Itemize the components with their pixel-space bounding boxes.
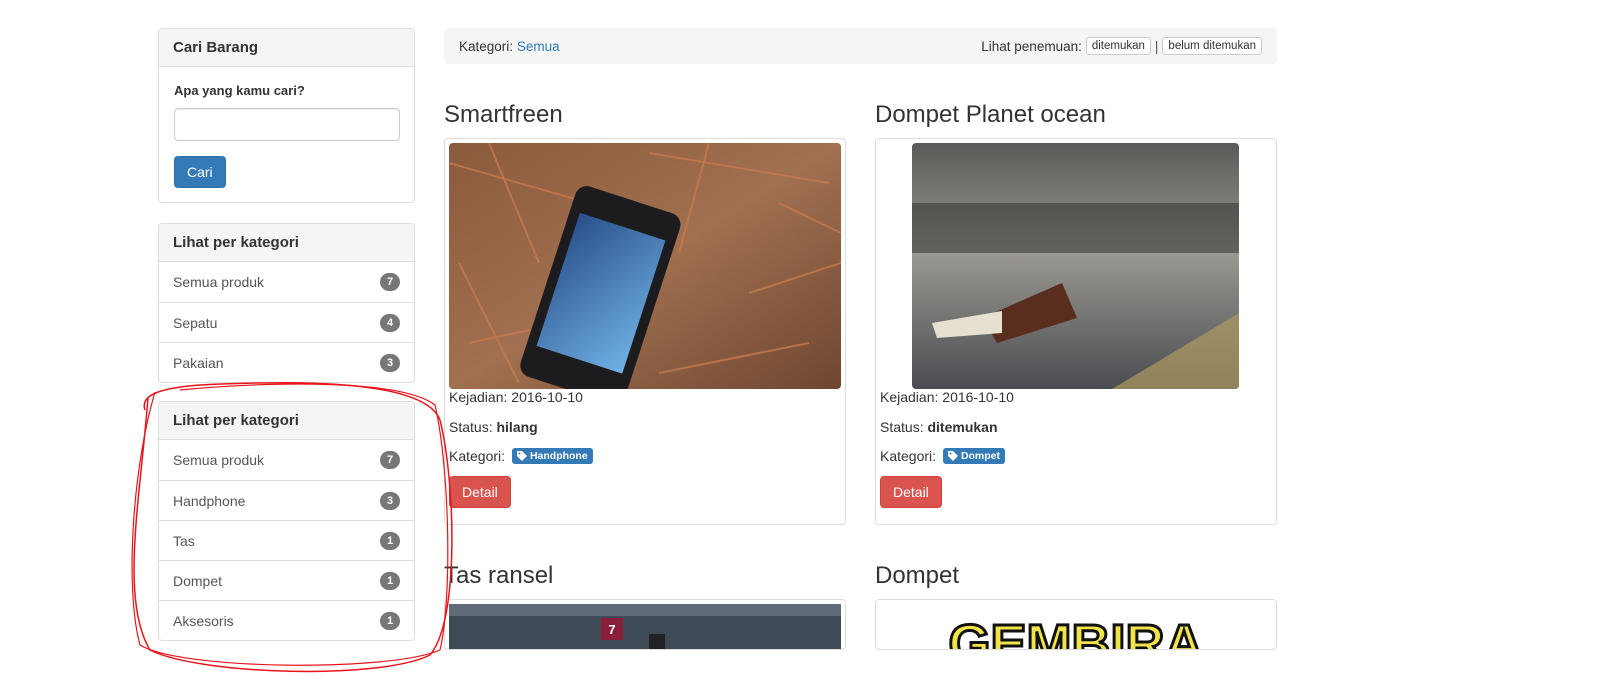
count-badge: 3 xyxy=(380,491,400,510)
product-category: Kategori: Dompet xyxy=(880,448,1006,464)
product-image-phone xyxy=(449,143,841,389)
status-value: hilang xyxy=(496,419,538,435)
not-found-button[interactable]: belum ditemukan xyxy=(1162,37,1262,55)
tag-icon xyxy=(947,451,958,461)
category-item-label: Handphone xyxy=(173,492,246,509)
count-badge: 1 xyxy=(380,611,400,630)
date-value: 2016-10-10 xyxy=(942,389,1014,405)
category-item-label: Pakaian xyxy=(173,354,224,371)
category-panel-2: Lihat per kategori Semua produk 7 Handph… xyxy=(158,401,415,641)
product-title: Smartfreen xyxy=(444,101,563,128)
category-panel-title: Lihat per kategori xyxy=(159,224,414,262)
current-category: Kategori: Semua xyxy=(459,39,560,54)
category-label: Kategori: xyxy=(880,448,937,464)
svg-text:7: 7 xyxy=(608,622,615,637)
category-item-label: Semua produk xyxy=(173,274,265,290)
status-label: Status: xyxy=(449,419,493,435)
category-tag[interactable]: Handphone xyxy=(511,448,593,464)
category-label: Kategori: xyxy=(449,448,506,464)
product-card: 7 xyxy=(444,599,846,650)
category-item-label: Dompet xyxy=(173,572,223,589)
search-panel: Cari Barang Apa yang kamu cari? Cari xyxy=(158,28,415,203)
category-link-semua[interactable]: Semua xyxy=(517,39,560,54)
date-label: Kejadian: xyxy=(880,389,939,405)
svg-text:GEMBIRA: GEMBIRA xyxy=(949,614,1204,650)
product-date: Kejadian: 2016-10-10 xyxy=(449,389,583,405)
status-value: ditemukan xyxy=(927,419,998,435)
product-category: Kategori: Handphone xyxy=(449,448,593,464)
view-label: Lihat penemuan: xyxy=(981,38,1082,54)
product-image-logo: GEMBIRA xyxy=(947,614,1205,650)
view-filter: Lihat penemuan: ditemukan | belum ditemu… xyxy=(981,37,1262,55)
date-value: 2016-10-10 xyxy=(511,389,583,405)
product-title: Dompet xyxy=(875,562,960,589)
separator: | xyxy=(1154,38,1159,54)
count-badge: 1 xyxy=(380,531,400,550)
category-tag[interactable]: Dompet xyxy=(942,448,1006,464)
filter-bar: Kategori: Semua Lihat penemuan: ditemuka… xyxy=(444,28,1277,64)
status-label: Status: xyxy=(880,419,924,435)
category-item-aksesoris[interactable]: Aksesoris 1 xyxy=(159,600,414,640)
product-status: Status: hilang xyxy=(449,419,538,435)
count-badge: 7 xyxy=(380,273,400,291)
detail-button[interactable]: Detail xyxy=(449,476,511,508)
product-title: Dompet Planet ocean xyxy=(875,101,1106,128)
count-badge: 3 xyxy=(380,353,400,372)
category-item-tas[interactable]: Tas 1 xyxy=(159,520,414,560)
category-item-sepatu[interactable]: Sepatu 4 xyxy=(159,302,414,342)
product-card: GEMBIRA xyxy=(875,599,1277,650)
category-panel-title: Lihat per kategori xyxy=(159,402,414,440)
search-label: Apa yang kamu cari? xyxy=(174,83,305,98)
count-badge: 7 xyxy=(380,451,400,469)
found-button[interactable]: ditemukan xyxy=(1085,37,1151,55)
count-badge: 1 xyxy=(380,571,400,590)
date-label: Kejadian: xyxy=(449,389,508,405)
category-item-dompet[interactable]: Dompet 1 xyxy=(159,560,414,600)
product-date: Kejadian: 2016-10-10 xyxy=(880,389,1014,405)
category-item-handphone[interactable]: Handphone 3 xyxy=(159,480,414,520)
detail-button[interactable]: Detail xyxy=(880,476,942,508)
category-item-label: Tas xyxy=(173,532,195,549)
category-item-pakaian[interactable]: Pakaian 3 xyxy=(159,342,414,382)
category-prefix: Kategori: xyxy=(459,38,514,54)
search-panel-title: Cari Barang xyxy=(159,29,414,67)
category-item-semua-produk[interactable]: Semua produk 7 xyxy=(159,262,414,302)
product-title: Tas ransel xyxy=(444,562,554,589)
product-image-bag: 7 xyxy=(449,604,841,649)
category-tag-label: Handphone xyxy=(529,450,588,462)
count-badge: 4 xyxy=(380,313,400,332)
category-item-label: Aksesoris xyxy=(173,612,234,629)
search-input[interactable] xyxy=(174,108,400,141)
category-panel-1: Lihat per kategori Semua produk 7 Sepatu… xyxy=(158,223,415,383)
category-tag-label: Dompet xyxy=(960,450,1001,462)
category-item-semua-produk[interactable]: Semua produk 7 xyxy=(159,440,414,480)
product-image-wallet xyxy=(912,143,1239,389)
category-item-label: Semua produk xyxy=(173,452,265,468)
category-item-label: Sepatu xyxy=(173,314,218,331)
search-button[interactable]: Cari xyxy=(174,156,226,188)
tag-icon xyxy=(516,451,527,461)
product-status: Status: ditemukan xyxy=(880,419,998,435)
